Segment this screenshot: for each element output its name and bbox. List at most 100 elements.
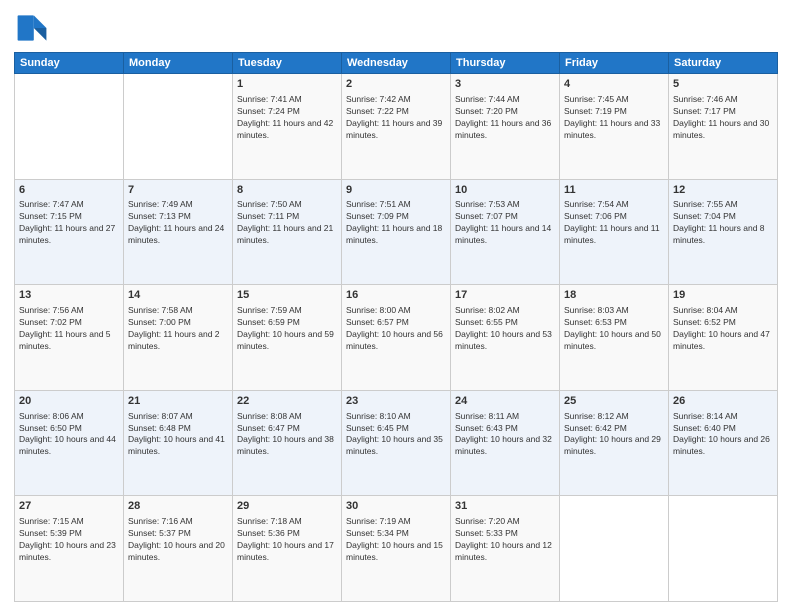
cell-content: Sunrise: 7:45 AM Sunset: 7:19 PM Dayligh… xyxy=(564,94,664,142)
calendar-cell: 14 Sunrise: 7:58 AM Sunset: 7:00 PM Dayli… xyxy=(124,285,233,391)
day-number: 6 xyxy=(19,183,119,198)
calendar-cell: 9Sunrise: 7:51 AM Sunset: 7:09 PM Daylig… xyxy=(342,179,451,285)
day-number: 26 xyxy=(673,394,773,409)
week-row-2: 13Sunrise: 7:56 AM Sunset: 7:02 PM Dayli… xyxy=(15,285,778,391)
cell-content: Sunrise: 7:41 AM Sunset: 7:24 PM Dayligh… xyxy=(237,94,337,142)
weekday-header-sunday: Sunday xyxy=(15,53,124,74)
day-number: 8 xyxy=(237,183,337,198)
calendar-table: SundayMondayTuesdayWednesdayThursdayFrid… xyxy=(14,52,778,602)
cell-content: Sunrise: 7:18 AM Sunset: 5:36 PM Dayligh… xyxy=(237,516,337,564)
day-number: 16 xyxy=(346,288,446,303)
day-number: 28 xyxy=(128,499,228,514)
day-number: 4 xyxy=(564,77,664,92)
day-number: 29 xyxy=(237,499,337,514)
day-number: 7 xyxy=(128,183,228,198)
calendar-cell: 3 Sunrise: 7:44 AM Sunset: 7:20 PM Daylig… xyxy=(451,74,560,180)
day-number: 27 xyxy=(19,499,119,514)
cell-content: Sunrise: 7:20 AM Sunset: 5:33 PM Dayligh… xyxy=(455,516,555,564)
day-number: 15 xyxy=(237,288,337,303)
calendar-cell: 8Sunrise: 7:50 AM Sunset: 7:11 PM Daylig… xyxy=(233,179,342,285)
calendar-cell: 22Sunrise: 8:08 AM Sunset: 6:47 PM Dayli… xyxy=(233,390,342,496)
cell-content: Sunrise: 7:51 AM Sunset: 7:09 PM Dayligh… xyxy=(346,199,446,247)
calendar-cell: 20Sunrise: 8:06 AM Sunset: 6:50 PM Dayli… xyxy=(15,390,124,496)
week-row-4: 27 Sunrise: 7:15 AM Sunset: 5:39 PM Dayli… xyxy=(15,496,778,602)
cell-content: Sunrise: 7:50 AM Sunset: 7:11 PM Dayligh… xyxy=(237,199,337,247)
day-number: 10 xyxy=(455,183,555,198)
cell-content: Sunrise: 8:11 AM Sunset: 6:43 PM Dayligh… xyxy=(455,411,555,459)
calendar-cell: 27 Sunrise: 7:15 AM Sunset: 5:39 PM Dayli… xyxy=(15,496,124,602)
calendar-cell xyxy=(669,496,778,602)
day-number: 1 xyxy=(237,77,337,92)
logo-icon xyxy=(14,10,50,46)
calendar-cell: 21 Sunrise: 8:07 AM Sunset: 6:48 PM Dayli… xyxy=(124,390,233,496)
calendar-body: 1 Sunrise: 7:41 AM Sunset: 7:24 PM Daylig… xyxy=(15,74,778,602)
week-row-0: 1 Sunrise: 7:41 AM Sunset: 7:24 PM Daylig… xyxy=(15,74,778,180)
cell-content: Sunrise: 7:58 AM Sunset: 7:00 PM Dayligh… xyxy=(128,305,228,353)
cell-content: Sunrise: 7:46 AM Sunset: 7:17 PM Dayligh… xyxy=(673,94,773,142)
day-number: 18 xyxy=(564,288,664,303)
calendar-cell: 7Sunrise: 7:49 AM Sunset: 7:13 PM Daylig… xyxy=(124,179,233,285)
cell-content: Sunrise: 8:03 AM Sunset: 6:53 PM Dayligh… xyxy=(564,305,664,353)
cell-content: Sunrise: 8:10 AM Sunset: 6:45 PM Dayligh… xyxy=(346,411,446,459)
page: SundayMondayTuesdayWednesdayThursdayFrid… xyxy=(0,0,792,612)
day-number: 22 xyxy=(237,394,337,409)
day-number: 21 xyxy=(128,394,228,409)
calendar-cell: 2 Sunrise: 7:42 AM Sunset: 7:22 PM Daylig… xyxy=(342,74,451,180)
cell-content: Sunrise: 7:54 AM Sunset: 7:06 PM Dayligh… xyxy=(564,199,664,247)
day-number: 3 xyxy=(455,77,555,92)
cell-content: Sunrise: 7:47 AM Sunset: 7:15 PM Dayligh… xyxy=(19,199,119,247)
calendar-cell: 23 Sunrise: 8:10 AM Sunset: 6:45 PM Dayli… xyxy=(342,390,451,496)
day-number: 20 xyxy=(19,394,119,409)
day-number: 13 xyxy=(19,288,119,303)
day-number: 19 xyxy=(673,288,773,303)
day-number: 14 xyxy=(128,288,228,303)
weekday-header-thursday: Thursday xyxy=(451,53,560,74)
cell-content: Sunrise: 8:07 AM Sunset: 6:48 PM Dayligh… xyxy=(128,411,228,459)
calendar-cell: 1 Sunrise: 7:41 AM Sunset: 7:24 PM Daylig… xyxy=(233,74,342,180)
day-number: 30 xyxy=(346,499,446,514)
day-number: 31 xyxy=(455,499,555,514)
day-number: 12 xyxy=(673,183,773,198)
calendar-cell: 28Sunrise: 7:16 AM Sunset: 5:37 PM Dayli… xyxy=(124,496,233,602)
calendar-cell: 6Sunrise: 7:47 AM Sunset: 7:15 PM Daylig… xyxy=(15,179,124,285)
calendar-cell: 25 Sunrise: 8:12 AM Sunset: 6:42 PM Dayli… xyxy=(560,390,669,496)
cell-content: Sunrise: 8:02 AM Sunset: 6:55 PM Dayligh… xyxy=(455,305,555,353)
calendar-cell: 5 Sunrise: 7:46 AM Sunset: 7:17 PM Daylig… xyxy=(669,74,778,180)
calendar-cell xyxy=(560,496,669,602)
cell-content: Sunrise: 7:15 AM Sunset: 5:39 PM Dayligh… xyxy=(19,516,119,564)
calendar-cell: 26Sunrise: 8:14 AM Sunset: 6:40 PM Dayli… xyxy=(669,390,778,496)
week-row-3: 20Sunrise: 8:06 AM Sunset: 6:50 PM Dayli… xyxy=(15,390,778,496)
day-number: 24 xyxy=(455,394,555,409)
weekday-row: SundayMondayTuesdayWednesdayThursdayFrid… xyxy=(15,53,778,74)
calendar-cell: 18 Sunrise: 8:03 AM Sunset: 6:53 PM Dayli… xyxy=(560,285,669,391)
cell-content: Sunrise: 7:53 AM Sunset: 7:07 PM Dayligh… xyxy=(455,199,555,247)
calendar-cell: 17Sunrise: 8:02 AM Sunset: 6:55 PM Dayli… xyxy=(451,285,560,391)
day-number: 5 xyxy=(673,77,773,92)
header xyxy=(14,10,778,46)
weekday-header-wednesday: Wednesday xyxy=(342,53,451,74)
day-number: 2 xyxy=(346,77,446,92)
cell-content: Sunrise: 7:42 AM Sunset: 7:22 PM Dayligh… xyxy=(346,94,446,142)
calendar-cell: 29 Sunrise: 7:18 AM Sunset: 5:36 PM Dayli… xyxy=(233,496,342,602)
cell-content: Sunrise: 7:19 AM Sunset: 5:34 PM Dayligh… xyxy=(346,516,446,564)
logo xyxy=(14,10,54,46)
calendar-cell: 13Sunrise: 7:56 AM Sunset: 7:02 PM Dayli… xyxy=(15,285,124,391)
week-row-1: 6Sunrise: 7:47 AM Sunset: 7:15 PM Daylig… xyxy=(15,179,778,285)
calendar-cell: 16 Sunrise: 8:00 AM Sunset: 6:57 PM Dayli… xyxy=(342,285,451,391)
calendar-cell xyxy=(15,74,124,180)
cell-content: Sunrise: 8:12 AM Sunset: 6:42 PM Dayligh… xyxy=(564,411,664,459)
weekday-header-friday: Friday xyxy=(560,53,669,74)
cell-content: Sunrise: 7:44 AM Sunset: 7:20 PM Dayligh… xyxy=(455,94,555,142)
cell-content: Sunrise: 7:55 AM Sunset: 7:04 PM Dayligh… xyxy=(673,199,773,247)
cell-content: Sunrise: 7:49 AM Sunset: 7:13 PM Dayligh… xyxy=(128,199,228,247)
day-number: 9 xyxy=(346,183,446,198)
cell-content: Sunrise: 8:00 AM Sunset: 6:57 PM Dayligh… xyxy=(346,305,446,353)
day-number: 11 xyxy=(564,183,664,198)
calendar-cell: 10Sunrise: 7:53 AM Sunset: 7:07 PM Dayli… xyxy=(451,179,560,285)
day-number: 23 xyxy=(346,394,446,409)
day-number: 25 xyxy=(564,394,664,409)
weekday-header-monday: Monday xyxy=(124,53,233,74)
weekday-header-tuesday: Tuesday xyxy=(233,53,342,74)
calendar-cell: 4 Sunrise: 7:45 AM Sunset: 7:19 PM Daylig… xyxy=(560,74,669,180)
calendar-cell: 15Sunrise: 7:59 AM Sunset: 6:59 PM Dayli… xyxy=(233,285,342,391)
